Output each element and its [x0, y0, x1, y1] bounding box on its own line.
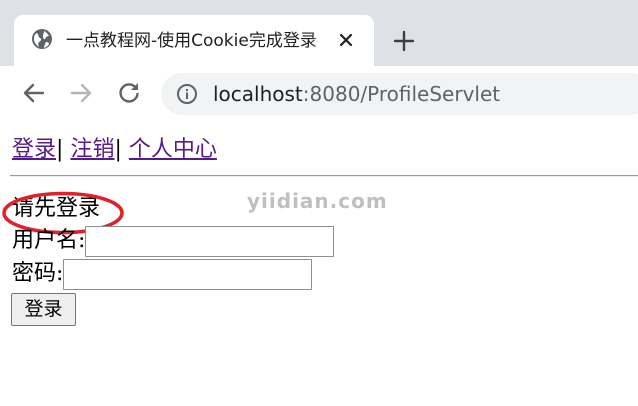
- nav-separator: |: [56, 137, 64, 162]
- tab-strip: 一点教程网-使用Cookie完成登录: [0, 0, 638, 66]
- page-content: 登录| 注销| 个人中心 请先登录 yiidian.com 用户名: 密码: 登…: [0, 121, 638, 406]
- username-input[interactable]: [85, 226, 335, 257]
- login-button[interactable]: 登录: [11, 293, 76, 326]
- password-input[interactable]: [63, 259, 313, 290]
- url-path: :8080/ProfileServlet: [302, 82, 501, 106]
- horizontal-rule: [10, 175, 638, 177]
- top-nav: 登录| 注销| 个人中心: [12, 135, 217, 165]
- profile-link[interactable]: 个人中心: [129, 137, 217, 162]
- tab-title: 一点教程网-使用Cookie完成登录: [66, 31, 317, 51]
- watermark: yiidian.com: [247, 189, 388, 213]
- globe-icon: [32, 29, 52, 49]
- url-host: localhost: [213, 82, 303, 106]
- login-link[interactable]: 登录: [12, 137, 56, 162]
- address-bar[interactable]: localhost:8080/ProfileServlet: [161, 73, 638, 115]
- browser-toolbar: localhost:8080/ProfileServlet: [0, 66, 638, 187]
- reload-icon[interactable]: [115, 79, 143, 107]
- password-row: 密码:: [12, 258, 313, 290]
- active-tab[interactable]: 一点教程网-使用Cookie完成登录: [14, 15, 374, 66]
- password-label: 密码:: [12, 261, 64, 286]
- username-row: 用户名:: [12, 225, 335, 257]
- login-required-notice: 请先登录: [12, 196, 101, 221]
- tab-title-fade: [310, 25, 334, 57]
- nav-separator: |: [114, 137, 122, 162]
- arrow-left-icon[interactable]: [20, 79, 48, 107]
- plus-icon[interactable]: [391, 28, 417, 54]
- info-icon[interactable]: [176, 83, 198, 105]
- username-label: 用户名:: [12, 228, 86, 253]
- arrow-right-icon[interactable]: [67, 79, 95, 107]
- close-icon[interactable]: [336, 30, 356, 50]
- logout-link[interactable]: 注销: [70, 137, 114, 162]
- url-text[interactable]: localhost:8080/ProfileServlet: [213, 81, 500, 107]
